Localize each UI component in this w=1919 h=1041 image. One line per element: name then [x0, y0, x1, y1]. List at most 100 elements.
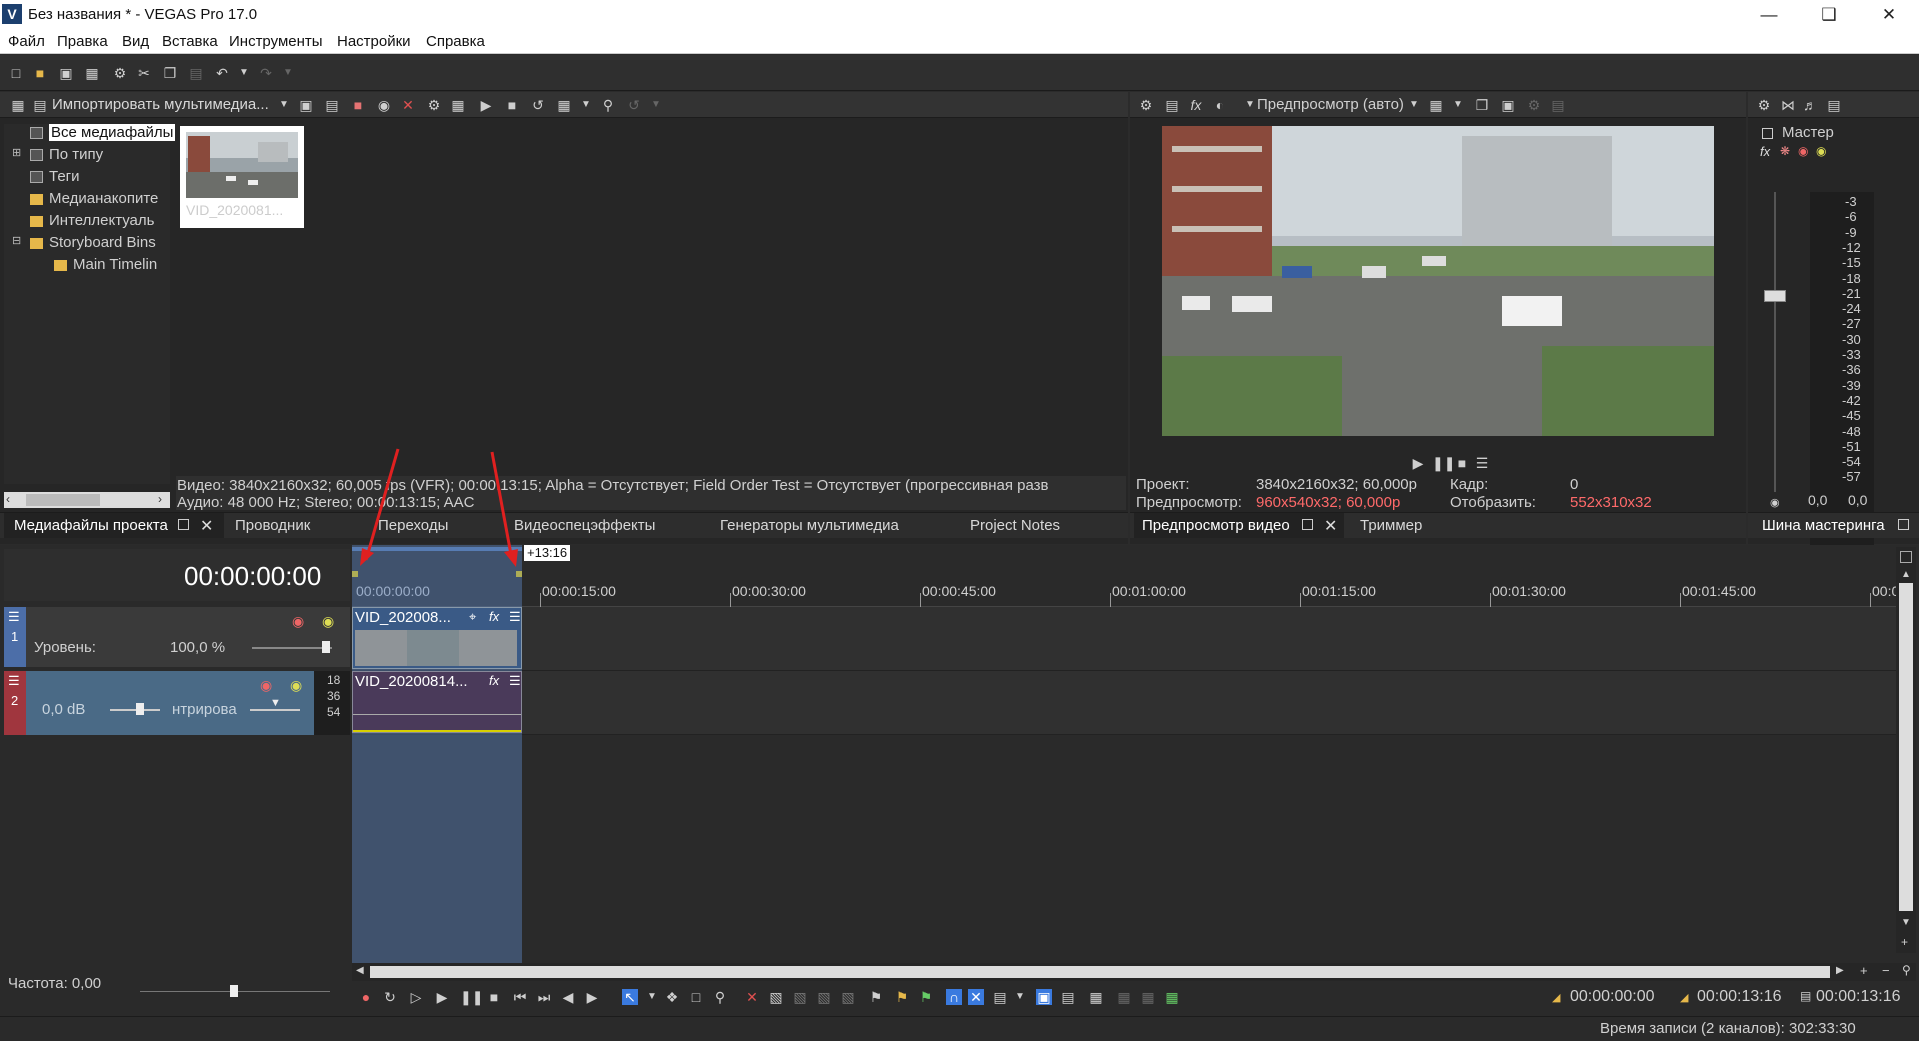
web-icon[interactable]: ◉ — [376, 97, 392, 113]
tab-transitions[interactable]: Переходы — [378, 517, 448, 534]
copy-snapshot-icon[interactable]: ❐ — [1474, 97, 1490, 113]
tree-item-by-type[interactable]: По типу — [30, 146, 103, 163]
time-ruler[interactable]: 00:00:00:00 00:00:15:00 00:00:30:00 00:0… — [352, 579, 1899, 607]
clip-menu-icon[interactable]: ☰ — [509, 673, 521, 689]
volume-slider[interactable] — [110, 709, 160, 711]
pause-icon[interactable]: ❚❚ — [460, 989, 483, 1005]
master-properties-icon[interactable]: ⚙ — [1756, 97, 1772, 113]
master-record-icon[interactable]: ◉ — [1798, 144, 1808, 158]
master-solo-icon[interactable]: ◉ — [1816, 144, 1826, 158]
trim-start-icon[interactable]: ▧ — [792, 989, 808, 1005]
scroll-left-icon[interactable]: ◀ — [356, 965, 364, 976]
new-file-icon[interactable]: □ — [8, 65, 24, 81]
restore-icon[interactable]: ❑ — [1806, 2, 1852, 28]
play-preview-icon[interactable]: ▶ — [478, 97, 494, 113]
dim-output-icon[interactable]: ♬ — [1802, 97, 1818, 113]
overlays-grid-icon[interactable]: ▦ — [1428, 97, 1444, 113]
scroll-thumb[interactable] — [1899, 583, 1913, 911]
mixer-icon[interactable]: ▤ — [1826, 97, 1842, 113]
redo-icon[interactable]: ↷ — [258, 65, 274, 81]
insert-region-icon[interactable]: ⚑ — [918, 989, 934, 1005]
preview-stop-icon[interactable]: ■ — [1454, 455, 1470, 471]
tree-item-media-bins[interactable]: Медианакопите — [30, 190, 170, 207]
pan-slider[interactable] — [250, 709, 300, 711]
scroll-down-icon[interactable]: ▼ — [1901, 917, 1911, 928]
get-media-icon[interactable]: ▤ — [324, 97, 340, 113]
save-snapshot-icon[interactable]: ▣ — [1500, 97, 1516, 113]
copy-icon[interactable]: ❐ — [162, 65, 178, 81]
pan-crop-icon[interactable]: ⌖ — [469, 609, 476, 625]
go-start-icon[interactable]: ⏮ — [512, 989, 528, 1005]
extra-tool-icon[interactable]: ▦ — [1140, 989, 1156, 1005]
split-icon[interactable]: ▧ — [840, 989, 856, 1005]
track-menu-icon[interactable]: ☰ — [8, 609, 20, 625]
reset-icon[interactable]: ↺ — [626, 97, 642, 113]
lock-envelopes-icon[interactable]: ▣ — [1036, 989, 1052, 1005]
envelope-tool-icon[interactable]: ❖ — [664, 989, 680, 1005]
master-checkbox[interactable] — [1762, 128, 1773, 139]
scroll-thumb[interactable] — [26, 494, 100, 506]
undock-icon[interactable] — [1898, 519, 1909, 530]
lock-icon[interactable]: ⚑ — [868, 989, 884, 1005]
tree-item-all-media[interactable]: Все медиафайлы — [30, 124, 176, 141]
preview-menu-icon[interactable]: ☰ — [1474, 455, 1490, 471]
remove-unused-icon[interactable]: ■ — [350, 97, 366, 113]
clip-fx-icon[interactable]: fx — [489, 609, 499, 624]
play-icon[interactable]: ▶ — [434, 989, 450, 1005]
auto-crossfade-icon[interactable]: ✕ — [968, 989, 984, 1005]
extra-tool-icon[interactable]: ▦ — [1116, 989, 1132, 1005]
tab-media-generators[interactable]: Генераторы мультимедиа — [720, 517, 899, 534]
media-fx-icon[interactable]: ▦ — [450, 97, 466, 113]
import-media-button[interactable]: Импортировать мультимедиа... — [52, 96, 269, 113]
delete-clip-icon[interactable]: ✕ — [744, 989, 760, 1005]
auto-preview-icon[interactable]: ↺ — [530, 97, 546, 113]
tab-explorer[interactable]: Проводник — [235, 517, 310, 534]
preview-device-icon[interactable]: ▤ — [1164, 97, 1180, 113]
tab-video-fx[interactable]: Видеоспецэффекты — [514, 517, 655, 534]
tree-item-storyboard-bins[interactable]: Storyboard Bins — [30, 234, 156, 251]
fx-icon[interactable]: fx — [1188, 97, 1204, 113]
tree-item-main-timeline[interactable]: Main Timelin — [54, 256, 172, 273]
scroll-right-icon[interactable]: ▶ — [1836, 965, 1844, 976]
reset-dropdown-icon[interactable]: ▼ — [648, 97, 664, 113]
collapse-minus-icon[interactable]: ⊟ — [12, 234, 21, 247]
tree-scrollbar[interactable]: ‹ › — [4, 492, 170, 508]
video-clip[interactable]: VID_202008... ⌖ fx ☰ — [352, 607, 522, 669]
mute-icon[interactable]: ◉ — [260, 677, 272, 694]
import-media-icon[interactable]: ▤ — [32, 97, 48, 113]
snapshot-extra-icon[interactable]: ⚙ — [1526, 97, 1542, 113]
scroll-thumb[interactable] — [370, 966, 1830, 978]
split-screen-icon[interactable]: ◐ — [1212, 97, 1228, 113]
capture-icon[interactable]: ▣ — [298, 97, 314, 113]
preview-play-icon[interactable]: ▶ — [1410, 455, 1426, 471]
quality-dropdown-icon[interactable]: ▼ — [1242, 97, 1258, 113]
rate-slider-handle[interactable] — [230, 985, 238, 997]
track-menu-icon[interactable]: ☰ — [8, 673, 20, 689]
open-folder-icon[interactable]: ■ — [32, 65, 48, 81]
cut-icon[interactable]: ✂ — [136, 65, 152, 81]
timeline-vscroll[interactable]: ▲ ▼ + — [1896, 547, 1916, 953]
quality-select-arrow-icon[interactable]: ▼ — [1406, 97, 1422, 113]
scroll-up-icon[interactable]: ▲ — [1901, 569, 1911, 580]
tab-video-preview[interactable]: Предпросмотр видео — [1142, 517, 1290, 534]
undock-icon[interactable] — [178, 519, 189, 530]
tab-master-bus[interactable]: Шина мастеринга — [1762, 517, 1885, 534]
stop-icon[interactable]: ■ — [486, 989, 502, 1005]
undock-icon[interactable] — [1302, 519, 1313, 530]
solo-icon[interactable]: ◉ — [322, 613, 334, 630]
tree-item-smart-bins[interactable]: Интеллектуаль — [30, 212, 170, 229]
tab-project-notes[interactable]: Project Notes — [970, 517, 1060, 534]
clip-fx-icon[interactable]: fx — [489, 673, 499, 688]
menu-settings[interactable]: Настройки — [337, 33, 411, 50]
views-dropdown-icon[interactable]: ▼ — [578, 97, 594, 113]
tab-trimmer[interactable]: Триммер — [1360, 517, 1422, 534]
zoom-in-icon[interactable]: + — [1901, 935, 1908, 949]
selection-tool-icon[interactable]: □ — [688, 989, 704, 1005]
zoom-edit-tool-icon[interactable]: ⚲ — [712, 989, 728, 1005]
scroll-right-icon[interactable]: › — [158, 492, 162, 506]
menu-help[interactable]: Справка — [426, 33, 485, 50]
zoom-in-h-icon[interactable]: + — [1860, 963, 1868, 978]
undo-dropdown-icon[interactable]: ▼ — [236, 65, 252, 81]
media-properties-icon[interactable]: ⚙ — [426, 97, 442, 113]
extra-tool-icon[interactable]: ▦ — [1164, 989, 1180, 1005]
